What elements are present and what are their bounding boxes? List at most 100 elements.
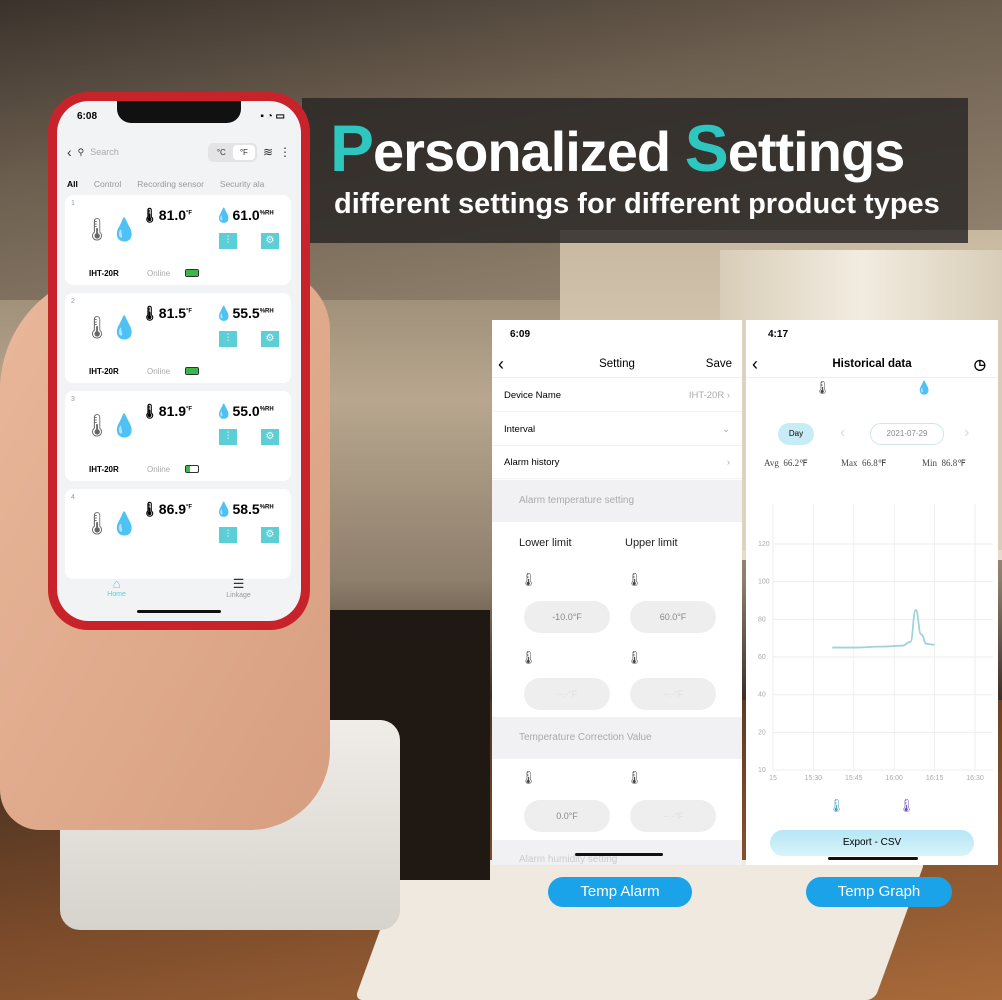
sensor-icon: 🌡💧 — [83, 217, 139, 242]
alarm-temp-section: Alarm temperature setting — [492, 480, 742, 522]
device-index: 2 — [71, 298, 75, 305]
device-card[interactable]: 3 🌡💧 🌡81.9°F 💧55.0%RH ⫶ ⚙ IHT-20R Online — [65, 391, 291, 481]
unit-toggle[interactable]: °C °F — [207, 142, 257, 162]
correction-section: Temperature Correction Value — [492, 717, 742, 759]
nav-linkage[interactable]: ☰ Linkage — [226, 576, 251, 599]
correction-input[interactable]: 0.0°F — [524, 800, 610, 832]
alarm-history-row[interactable]: Alarm history › — [492, 446, 742, 479]
chart-button[interactable]: ⫶ — [219, 331, 237, 347]
device-model: IHT-20R — [89, 367, 119, 376]
lower-limit-label: Lower limit — [519, 537, 572, 549]
search-icon[interactable]: ⚲ — [78, 147, 85, 158]
thermometer-icon: 🌡 — [141, 501, 159, 517]
x-tick-label: 15:30 — [805, 775, 823, 780]
unit-fahrenheit[interactable]: °F — [232, 144, 255, 160]
unit-celsius[interactable]: °C — [210, 145, 233, 160]
tab-all[interactable]: All — [67, 179, 78, 189]
temperature-reading: 🌡81.9°F — [141, 403, 193, 419]
tab-security-alarm[interactable]: Security ala — [220, 179, 264, 189]
tab-recording-sensor[interactable]: Recording sensor — [137, 179, 204, 189]
layers-icon[interactable]: ≋ — [263, 145, 273, 159]
home-icon: ⌂ — [112, 576, 121, 591]
settings-button[interactable]: ⚙ — [261, 429, 279, 445]
history-header: ‹ Historical data ◷ — [746, 350, 998, 378]
banner-subtitle: different settings for different product… — [334, 188, 940, 220]
chevron-right-icon: › — [726, 456, 730, 468]
chart-button[interactable]: ⫶ — [219, 527, 237, 543]
save-button[interactable]: Save — [706, 350, 732, 378]
x-tick-label: 16:30 — [966, 775, 984, 780]
next-date-icon[interactable]: › — [964, 424, 969, 442]
export-csv-button[interactable]: Export - CSV — [770, 830, 974, 856]
chevron-right-icon: › — [726, 389, 730, 401]
thermometer-icon: 🌡 — [520, 572, 537, 587]
wifi-battery-icon: ▪ ◔ ▭ — [260, 111, 285, 122]
probe-thermometer-icon[interactable]: 🌡 — [898, 798, 915, 814]
thermometer-icon: 🌡 — [520, 770, 537, 785]
y-tick-label: 40 — [758, 692, 766, 699]
thermometer-icon: 🌡 — [141, 403, 159, 419]
thermometer-icon[interactable]: 🌡 — [828, 798, 845, 814]
settings-button[interactable]: ⚙ — [261, 331, 279, 347]
device-card[interactable]: 4 🌡💧 🌡86.9°F 💧58.5%RH ⫶ ⚙ — [65, 489, 291, 579]
back-icon[interactable]: ‹ — [498, 350, 504, 378]
chart-button[interactable]: ⫶ — [219, 429, 237, 445]
stats-row: Avg 66.2℉ Max 66.8℉ Min 86.8℉ — [764, 458, 966, 468]
settings-button[interactable]: ⚙ — [261, 233, 279, 249]
chart-button[interactable]: ⫶ — [219, 233, 237, 249]
nav-home[interactable]: ⌂ Home — [107, 576, 126, 599]
back-icon[interactable]: ‹ — [67, 144, 72, 160]
home-screen: 6:08 ▪ ◔ ▭ ‹ ⚲ Search °C °F ≋ ⋮ All Contr… — [57, 101, 301, 621]
correction-probe-input[interactable]: --.-°F — [630, 800, 716, 832]
lower-limit-input[interactable]: -10.0°F — [524, 601, 610, 633]
drop-icon: 💧 — [215, 305, 233, 321]
status-time: 6:09 — [510, 329, 531, 340]
device-card[interactable]: 1 🌡💧 🌡81.0°F 💧61.0%RH ⫶ ⚙ IHT-20R Online — [65, 195, 291, 285]
interval-row[interactable]: Interval ⌄ — [492, 413, 742, 446]
phone: 6:08 ▪ ◔ ▭ ‹ ⚲ Search °C °F ≋ ⋮ All Contr… — [48, 92, 310, 630]
temperature-tab-icon[interactable]: 🌡 — [814, 380, 831, 396]
y-tick-label: 120 — [758, 541, 770, 548]
upper-limit-input[interactable]: 60.0°F — [630, 601, 716, 633]
device-name-row[interactable]: Device Name IHT-20R › — [492, 379, 742, 412]
humidity-reading: 💧55.0%RH — [215, 403, 274, 419]
y-tick-label: 10 — [758, 767, 766, 774]
y-tick-label: 80 — [758, 616, 766, 623]
search-input[interactable]: Search — [90, 147, 202, 157]
y-tick-label: 20 — [758, 729, 766, 736]
probe-thermometer-icon: 🌡 — [626, 770, 643, 785]
drop-icon: 💧 — [215, 403, 233, 419]
device-model: IHT-20R — [89, 465, 119, 474]
humidity-tab-icon[interactable]: 💧 — [916, 380, 932, 396]
more-icon[interactable]: ⋮ — [279, 145, 291, 159]
thermometer-icon: 🌡 — [141, 305, 159, 321]
settings-button[interactable]: ⚙ — [261, 527, 279, 543]
sensor-icon: 🌡💧 — [83, 413, 139, 438]
humidity-reading: 💧58.5%RH — [215, 501, 274, 517]
probe-lower-input[interactable]: --.-°F — [524, 678, 610, 710]
prev-date-icon[interactable]: ‹ — [840, 424, 845, 442]
back-icon[interactable]: ‹ — [752, 350, 758, 378]
x-tick-label: 16:15 — [926, 775, 944, 780]
temperature-reading: 🌡81.5°F — [141, 305, 193, 321]
date-picker[interactable]: 2021-07-29 — [870, 423, 944, 445]
x-tick-label: 15 — [769, 775, 777, 780]
probe-upper-input[interactable]: --.-°F — [630, 678, 716, 710]
battery-icon — [185, 465, 199, 473]
temperature-series-line — [832, 609, 935, 649]
status-time: 4:17 — [768, 329, 789, 340]
device-index: 4 — [71, 494, 75, 501]
thermometer-icon: 🌡 — [141, 207, 159, 223]
toolbar: ‹ ⚲ Search °C °F ≋ ⋮ — [67, 141, 291, 163]
drop-icon: 💧 — [215, 207, 233, 223]
x-tick-label: 16:00 — [885, 775, 903, 780]
caption-temp-graph: Temp Graph — [806, 877, 952, 907]
y-tick-label: 60 — [758, 654, 766, 661]
day-button[interactable]: Day — [778, 423, 814, 445]
probe-thermometer-icon: 🌡 — [520, 650, 537, 665]
tab-control[interactable]: Control — [94, 179, 121, 189]
home-indicator — [575, 853, 663, 856]
history-title: Historical data — [832, 358, 912, 370]
device-card[interactable]: 2 🌡💧 🌡81.5°F 💧55.5%RH ⫶ ⚙ IHT-20R Online — [65, 293, 291, 383]
clock-icon[interactable]: ◷ — [974, 350, 986, 378]
